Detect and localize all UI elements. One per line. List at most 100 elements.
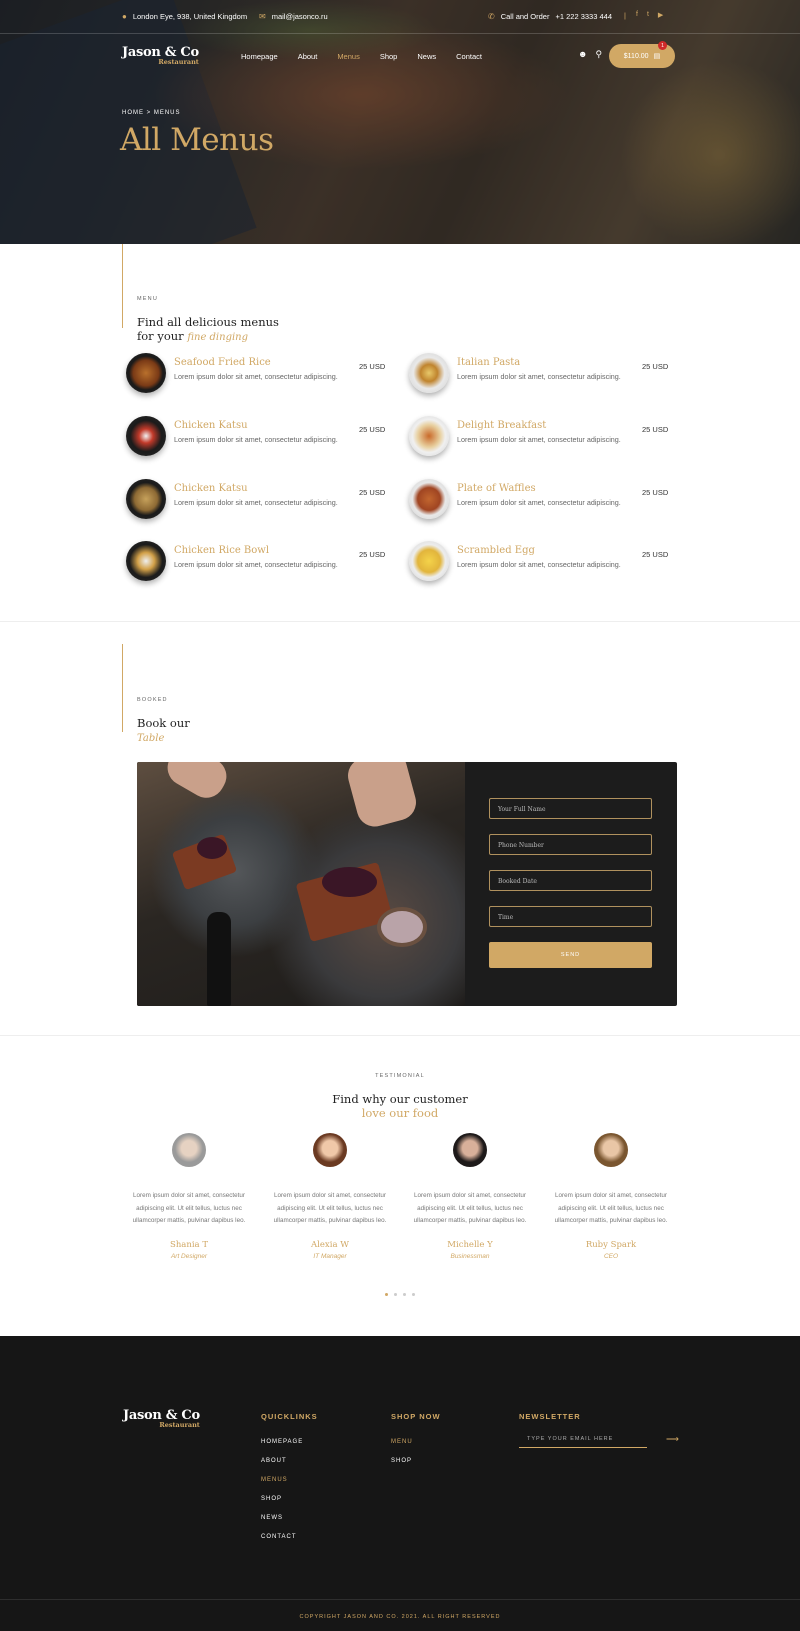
newsletter-email-input[interactable]: TYPE YOUR EMAIL HERE (519, 1436, 647, 1448)
footer-link-contact[interactable]: CONTACT (261, 1534, 297, 1540)
dish-thumbnail[interactable] (409, 541, 449, 581)
phone-field[interactable]: Phone Number (489, 834, 652, 855)
dish-thumbnail[interactable] (126, 416, 166, 456)
user-icon[interactable]: ☻ (578, 49, 587, 60)
dish-thumbnail[interactable] (126, 479, 166, 519)
phone-number[interactable]: +1 222 3333 444 (555, 12, 612, 21)
photo-pepper-mill (207, 912, 231, 1006)
arrow-right-icon[interactable]: ⟶ (666, 1434, 679, 1445)
dish-thumbnail[interactable] (126, 353, 166, 393)
testimonial-text: Lorem ipsum dolor sit amet, consectetur a… (411, 1190, 529, 1228)
dish-description: Lorem ipsum dolor sit amet, consectetur … (174, 498, 338, 507)
quicklinks-title: QUICKLINKS (261, 1412, 318, 1421)
footer-link-about[interactable]: ABOUT (261, 1458, 287, 1464)
menu-heading-line1: Find all delicious menus (137, 315, 279, 329)
footer-link-news[interactable]: NEWS (261, 1515, 283, 1521)
menu-item[interactable]: Seafood Fried Rice Lorem ipsum dolor sit … (126, 353, 396, 401)
phone-info[interactable]: ✆ Call and Order +1 222 3333 444 (488, 12, 612, 21)
dish-price: 25 USD (642, 362, 669, 371)
menu-eyebrow: MENU (137, 296, 158, 302)
nav-item-homepage[interactable]: Homepage (241, 52, 278, 61)
footer-link-menus[interactable]: MENUS (261, 1477, 288, 1483)
carousel-dot[interactable] (385, 1293, 388, 1296)
nav-item-contact[interactable]: Contact (456, 52, 482, 61)
footer-divider (0, 1599, 800, 1600)
booking-heading: Book our Table (137, 716, 190, 746)
social-links: f t ▶ (636, 11, 663, 19)
divider (0, 621, 800, 622)
booking-heading-line1: Book our (137, 716, 190, 730)
dish-name[interactable]: Seafood Fried Rice (174, 357, 271, 368)
footer-link-shop[interactable]: SHOP (261, 1496, 282, 1502)
testimonial-heading-em: love our food (361, 1106, 439, 1120)
menu-item[interactable]: Plate of Waffles Lorem ipsum dolor sit am… (409, 479, 679, 527)
testimonial-line: Lorem ipsum dolor sit amet, consectetur (274, 1192, 386, 1199)
send-button[interactable]: SEND (489, 942, 652, 968)
location-pin-icon: ● (122, 12, 127, 21)
testimonial-line: adipiscing elit. Ut elit tellus, luctus … (136, 1204, 242, 1212)
dish-thumbnail[interactable] (409, 416, 449, 456)
email-info[interactable]: ✉ mail@jasonco.ru (259, 12, 328, 21)
copyright-text: COPYRIGHT JASON AND CO. 2021. ALL RIGHT … (299, 1614, 501, 1620)
phone-icon: ✆ (488, 12, 495, 21)
footer-link-homepage[interactable]: HOMEPAGE (261, 1439, 303, 1445)
dish-description: Lorem ipsum dolor sit amet, consectetur … (174, 372, 338, 381)
dish-name[interactable]: Italian Pasta (457, 357, 520, 368)
shop-now-title: SHOP NOW (391, 1412, 441, 1421)
time-field[interactable]: Time (489, 906, 652, 927)
dish-name[interactable]: Chicken Katsu (174, 420, 248, 431)
header-icons: ☻ ⚲ (578, 49, 602, 60)
testimonial-text: Lorem ipsum dolor sit amet, consectetur a… (552, 1190, 670, 1228)
dish-name[interactable]: Plate of Waffles (457, 483, 536, 494)
dish-name[interactable]: Chicken Rice Bowl (174, 545, 269, 556)
testimonial-name: Shania T (170, 1240, 208, 1250)
cart-button[interactable]: $110.00 ▤ 1 (609, 41, 675, 68)
dish-name[interactable]: Chicken Katsu (174, 483, 248, 494)
menu-item[interactable]: Delight Breakfast Lorem ipsum dolor sit a… (409, 416, 679, 464)
menu-item[interactable]: Chicken Rice Bowl Lorem ipsum dolor sit a… (126, 541, 396, 589)
testimonial-role: IT Manager (313, 1253, 347, 1260)
call-label: Call and Order (500, 12, 550, 21)
nav-item-shop[interactable]: Shop (380, 52, 398, 61)
menu-heading: Find all delicious menus for your fine d… (137, 315, 279, 345)
dish-thumbnail[interactable] (409, 479, 449, 519)
menu-item[interactable]: Italian Pasta Lorem ipsum dolor sit amet,… (409, 353, 679, 401)
twitter-icon[interactable]: t (647, 11, 649, 19)
testimonial-line: adipiscing elit. Ut elit tellus, luctus … (558, 1204, 664, 1212)
dish-description: Lorem ipsum dolor sit amet, consectetur … (457, 435, 621, 444)
email-text[interactable]: mail@jasonco.ru (272, 12, 328, 21)
dish-thumbnail[interactable] (126, 541, 166, 581)
avatar (594, 1133, 628, 1167)
dish-price: 25 USD (359, 488, 386, 497)
address-info: ● London Eye, 938, United Kingdom (122, 12, 247, 21)
nav-item-news[interactable]: News (417, 52, 436, 61)
menu-item[interactable]: Chicken Katsu Lorem ipsum dolor sit amet,… (126, 416, 396, 464)
dish-price: 25 USD (359, 425, 386, 434)
nav-item-menus[interactable]: Menus (337, 52, 360, 61)
cart-total: $110.00 (623, 52, 649, 60)
dish-name[interactable]: Scrambled Egg (457, 545, 535, 556)
testimonial-line: Lorem ipsum dolor sit amet, consectetur (133, 1192, 245, 1199)
footer-link-menu[interactable]: MENU (391, 1439, 413, 1445)
dish-name[interactable]: Delight Breakfast (457, 420, 546, 431)
menu-item[interactable]: Scrambled Egg Lorem ipsum dolor sit amet,… (409, 541, 679, 589)
full-name-field[interactable]: Your Full Name (489, 798, 652, 819)
nav-item-about[interactable]: About (298, 52, 318, 61)
menu-heading-em: fine dinging (187, 332, 249, 343)
photo-hand (161, 762, 233, 805)
footer-logo[interactable]: Jason & Co Restaurant (123, 1408, 200, 1429)
carousel-dot[interactable] (412, 1293, 415, 1296)
breadcrumb[interactable]: HOME > MENUS (122, 110, 181, 116)
brand-logo[interactable]: Jason & Co Restaurant (122, 45, 199, 66)
dish-thumbnail[interactable] (409, 353, 449, 393)
carousel-dot[interactable] (394, 1293, 397, 1296)
youtube-icon[interactable]: ▶ (658, 11, 663, 19)
carousel-dot[interactable] (403, 1293, 406, 1296)
date-field[interactable]: Booked Date (489, 870, 652, 891)
footer-link-shop-now[interactable]: SHOP (391, 1458, 412, 1464)
menu-item[interactable]: Chicken Katsu Lorem ipsum dolor sit amet,… (126, 479, 396, 527)
search-icon[interactable]: ⚲ (595, 49, 602, 60)
section-accent-line (122, 644, 123, 732)
booking-eyebrow: BOOKED (137, 697, 168, 703)
facebook-icon[interactable]: f (636, 11, 638, 19)
